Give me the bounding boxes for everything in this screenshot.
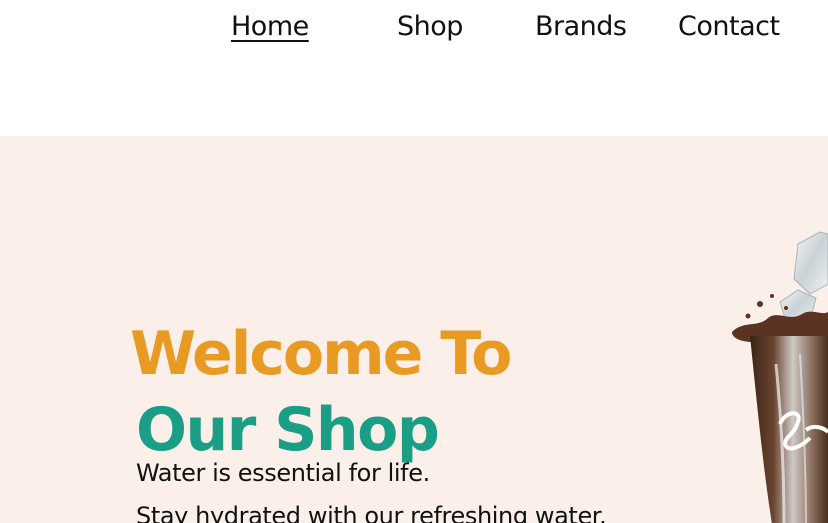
hero-subtitle-line-1: Water is essential for life. xyxy=(136,459,430,487)
nav-link-brands[interactable]: Brands xyxy=(535,9,627,45)
nav-link-contact[interactable]: Contact xyxy=(678,9,780,45)
top-navigation: Home Shop Brands Contact xyxy=(0,0,828,136)
cola-glass-image xyxy=(732,231,828,523)
hero-title-welcome: Welcome To xyxy=(130,319,512,390)
page: Home Shop Brands Contact Welcome To Our … xyxy=(0,0,828,523)
nav-link-shop[interactable]: Shop xyxy=(397,9,463,45)
hero-subtitle-line-2: Stay hydrated with our refreshing water. xyxy=(136,502,607,523)
nav-link-home[interactable]: Home xyxy=(231,9,309,45)
hero-title-shop: Our Shop xyxy=(136,395,440,466)
hero-section: Welcome To Our Shop Water is essential f… xyxy=(0,136,828,523)
